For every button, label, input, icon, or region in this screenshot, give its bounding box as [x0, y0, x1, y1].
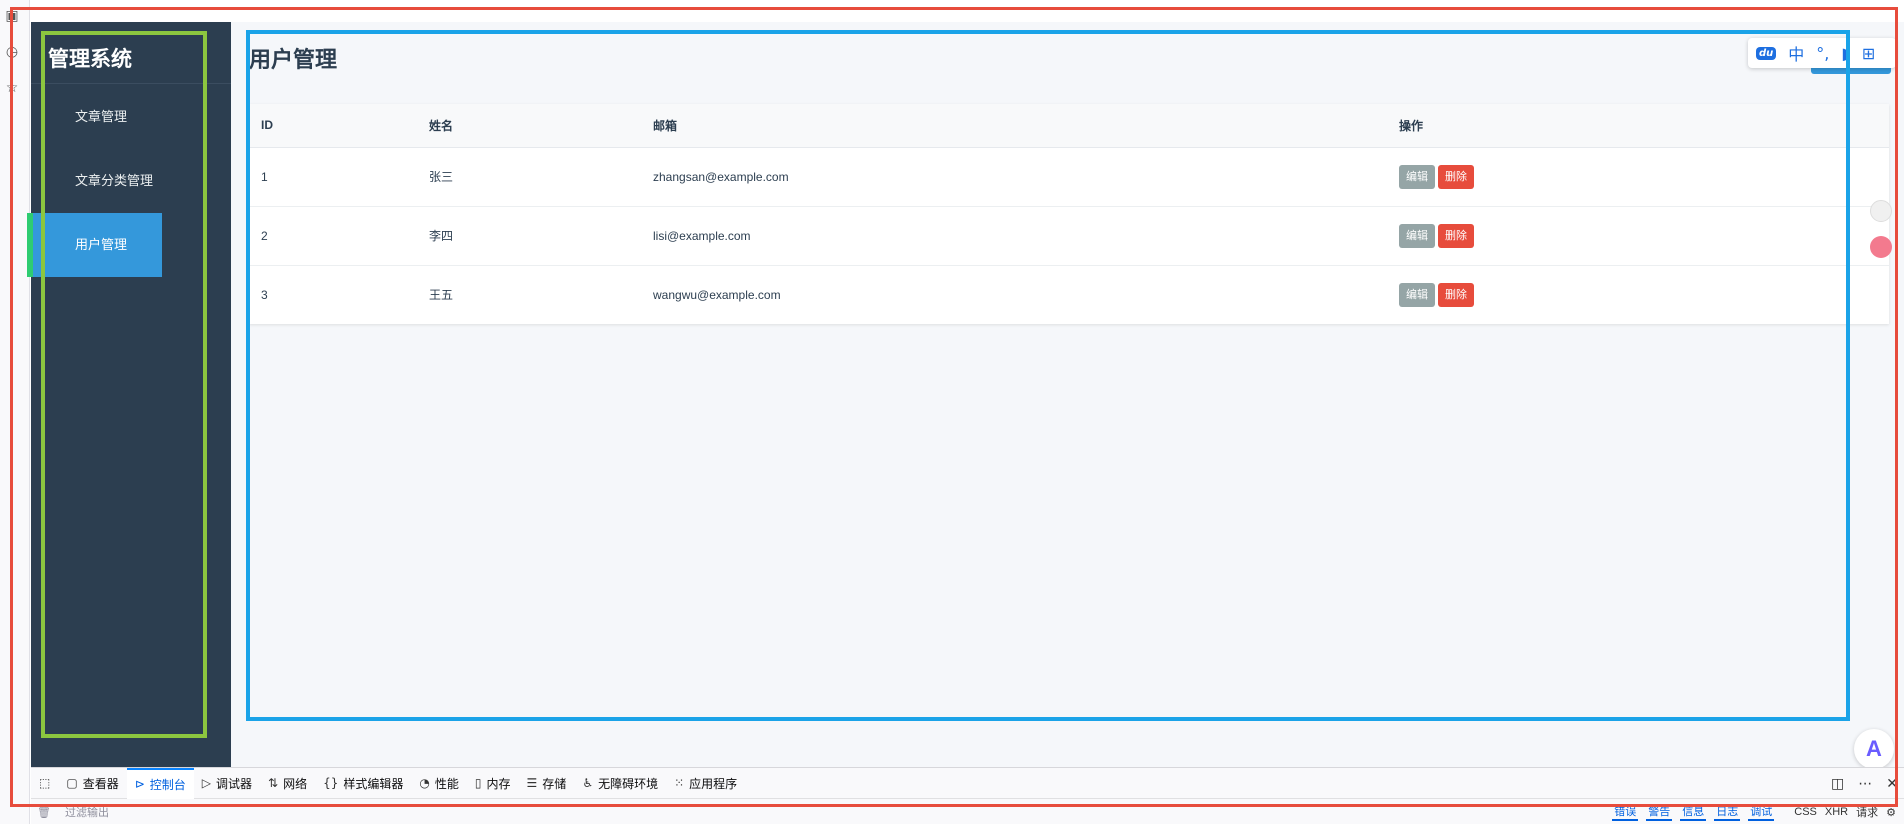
cell-actions: 编辑 删除 [1387, 147, 1889, 207]
delete-button[interactable]: 删除 [1438, 282, 1474, 307]
storage-icon: ☰ [526, 776, 538, 790]
level-errors[interactable]: 错误 [1612, 803, 1639, 821]
edit-button[interactable]: 编辑 [1399, 282, 1435, 307]
punctuation-toggle[interactable]: °, [1816, 44, 1829, 63]
debugger-icon: ▷ [201, 776, 212, 790]
side-tool-icon[interactable] [1870, 200, 1892, 222]
column-header-email: 邮箱 [641, 104, 1387, 148]
du-logo-icon[interactable]: du [1756, 46, 1777, 60]
page-title: 用户管理 [249, 47, 338, 72]
type-css[interactable]: CSS [1794, 806, 1817, 818]
picker-icon: ⬚ [39, 776, 51, 790]
tab-memory[interactable]: ▯ 内存 [467, 768, 519, 799]
performance-icon: ◔ [419, 776, 430, 790]
cell-name: 张三 [417, 147, 641, 207]
translator-toolbar: du 中 °, ◗ ⊞ [1748, 38, 1896, 68]
cell-id: 3 [261, 287, 268, 302]
tabs-icon[interactable]: ▣ [4, 8, 20, 24]
column-header-actions: 操作 [1387, 104, 1889, 148]
more-options-icon[interactable]: ⋯ [1858, 776, 1872, 792]
application-icon: ⁙ [674, 776, 685, 790]
settings-gear-icon[interactable]: ⚙ [1886, 806, 1896, 819]
tab-style-editor[interactable]: {} 样式编辑器 [315, 768, 411, 799]
console-filter: 🗑 过滤输出 [37, 804, 109, 820]
sidebar-item-article-categories[interactable]: 文章分类管理 [31, 149, 162, 213]
tab-application[interactable]: ⁙ 应用程序 [666, 768, 745, 799]
cell-email: zhangsan@example.com [641, 147, 1387, 207]
edit-button[interactable]: 编辑 [1399, 223, 1435, 248]
tab-storage[interactable]: ☰ 存储 [519, 768, 575, 799]
level-info[interactable]: 信息 [1680, 803, 1707, 821]
style-editor-icon: {} [323, 776, 339, 790]
level-debug[interactable]: 调试 [1748, 803, 1775, 821]
close-icon[interactable]: ✕ [1886, 776, 1898, 792]
level-warnings[interactable]: 警告 [1646, 803, 1673, 821]
sidebar: 管理系统 文章管理 文章分类管理 用户管理 [27, 22, 231, 767]
type-requests[interactable]: 请求 [1856, 804, 1878, 820]
edit-button[interactable]: 编辑 [1399, 164, 1435, 189]
cell-name: 王五 [429, 288, 454, 303]
grid-menu-icon[interactable]: ⊞ [1862, 44, 1875, 63]
cell-actions: 编辑 删除 [1387, 265, 1889, 324]
console-icon: ⊳ [134, 777, 145, 791]
user-table: ID 姓名 邮箱 操作 1 张三 zhangsan@example.com 编辑… [249, 104, 1889, 324]
devtools-tabs: ⬚ ▢ 查看器 ⊳ 控制台 ▷ 调试器 ⇅ 网络 {} 样式编辑器 ◔ 性能 ▯ 内存 ☰ 存储… [31, 767, 1904, 799]
delete-button[interactable]: 删除 [1438, 164, 1474, 189]
tab-network[interactable]: ⇅ 网络 [260, 768, 315, 799]
table-row: 1 张三 zhangsan@example.com 编辑 删除 [249, 147, 1889, 207]
table-row: 3 王五 wangwu@example.com 编辑 删除 [249, 265, 1889, 324]
cell-email: lisi@example.com [641, 206, 1387, 266]
console-toolbar: 🗑 过滤输出 错误 警告 信息 日志 调试 CSS XHR 请求 ⚙ [31, 799, 1904, 824]
sidebar-item-users[interactable]: 用户管理 [27, 213, 162, 277]
skin-icon[interactable]: ◗ [1841, 44, 1849, 63]
tab-accessibility[interactable]: ♿ 无障碍环境 [574, 768, 666, 799]
tab-picker[interactable]: ⬚ [31, 768, 58, 799]
table-header-row: ID 姓名 邮箱 操作 [249, 104, 1889, 148]
devtools-panel: ⬚ ▢ 查看器 ⊳ 控制台 ▷ 调试器 ⇅ 网络 {} 样式编辑器 ◔ 性能 ▯ 内存 ☰ 存储… [31, 767, 1904, 824]
tab-performance[interactable]: ◔ 性能 [411, 768, 467, 799]
cell-name: 李四 [417, 206, 641, 266]
accessibility-icon: ♿ [582, 776, 594, 790]
level-logs[interactable]: 日志 [1714, 803, 1741, 821]
delete-button[interactable]: 删除 [1438, 223, 1474, 248]
column-header-id: ID [249, 104, 417, 148]
main-content: 用户管理 ID 姓名 邮箱 操作 1 张三 zhangsan@example.c… [249, 22, 1904, 767]
trash-icon[interactable]: 🗑 [37, 806, 51, 819]
devtools-actions: ◫ ⋯ ✕ [1831, 768, 1898, 799]
dock-icon[interactable]: ◫ [1831, 776, 1844, 792]
language-toggle[interactable]: 中 [1788, 41, 1804, 65]
brand-title: 管理系统 [31, 22, 231, 84]
tab-debugger[interactable]: ▷ 调试器 [194, 768, 260, 799]
filter-input[interactable]: 过滤输出 [65, 804, 109, 820]
sidebar-nav: 文章管理 文章分类管理 用户管理 [27, 85, 231, 277]
tab-console[interactable]: ⊳ 控制台 [126, 767, 194, 799]
memory-icon: ▯ [474, 776, 482, 790]
type-xhr[interactable]: XHR [1825, 806, 1848, 818]
table-row: 2 李四 lisi@example.com 编辑 删除 [249, 206, 1889, 266]
side-avatar-icon[interactable] [1870, 236, 1892, 258]
bookmark-star-icon[interactable]: ☆ [4, 80, 20, 96]
network-icon: ⇅ [268, 776, 279, 790]
admin-app: 管理系统 文章管理 文章分类管理 用户管理 用户管理 ID 姓名 邮箱 操作 1… [27, 22, 1904, 767]
column-header-name: 姓名 [417, 104, 641, 148]
cell-actions: 编辑 删除 [1387, 206, 1889, 266]
log-level-filters: 错误 警告 信息 日志 调试 CSS XHR 请求 ⚙ [1612, 803, 1896, 821]
cell-id: 1 [249, 147, 417, 207]
browser-sidebar: ▣ ◷ ☆ [0, 0, 30, 824]
history-icon[interactable]: ◷ [4, 44, 20, 60]
cell-id: 2 [249, 206, 417, 266]
tab-inspector[interactable]: ▢ 查看器 [58, 768, 126, 799]
assistant-icon[interactable]: A [1854, 729, 1894, 769]
cell-email: wangwu@example.com [653, 287, 781, 302]
sidebar-item-articles[interactable]: 文章管理 [31, 85, 162, 149]
inspector-icon: ▢ [66, 776, 78, 790]
